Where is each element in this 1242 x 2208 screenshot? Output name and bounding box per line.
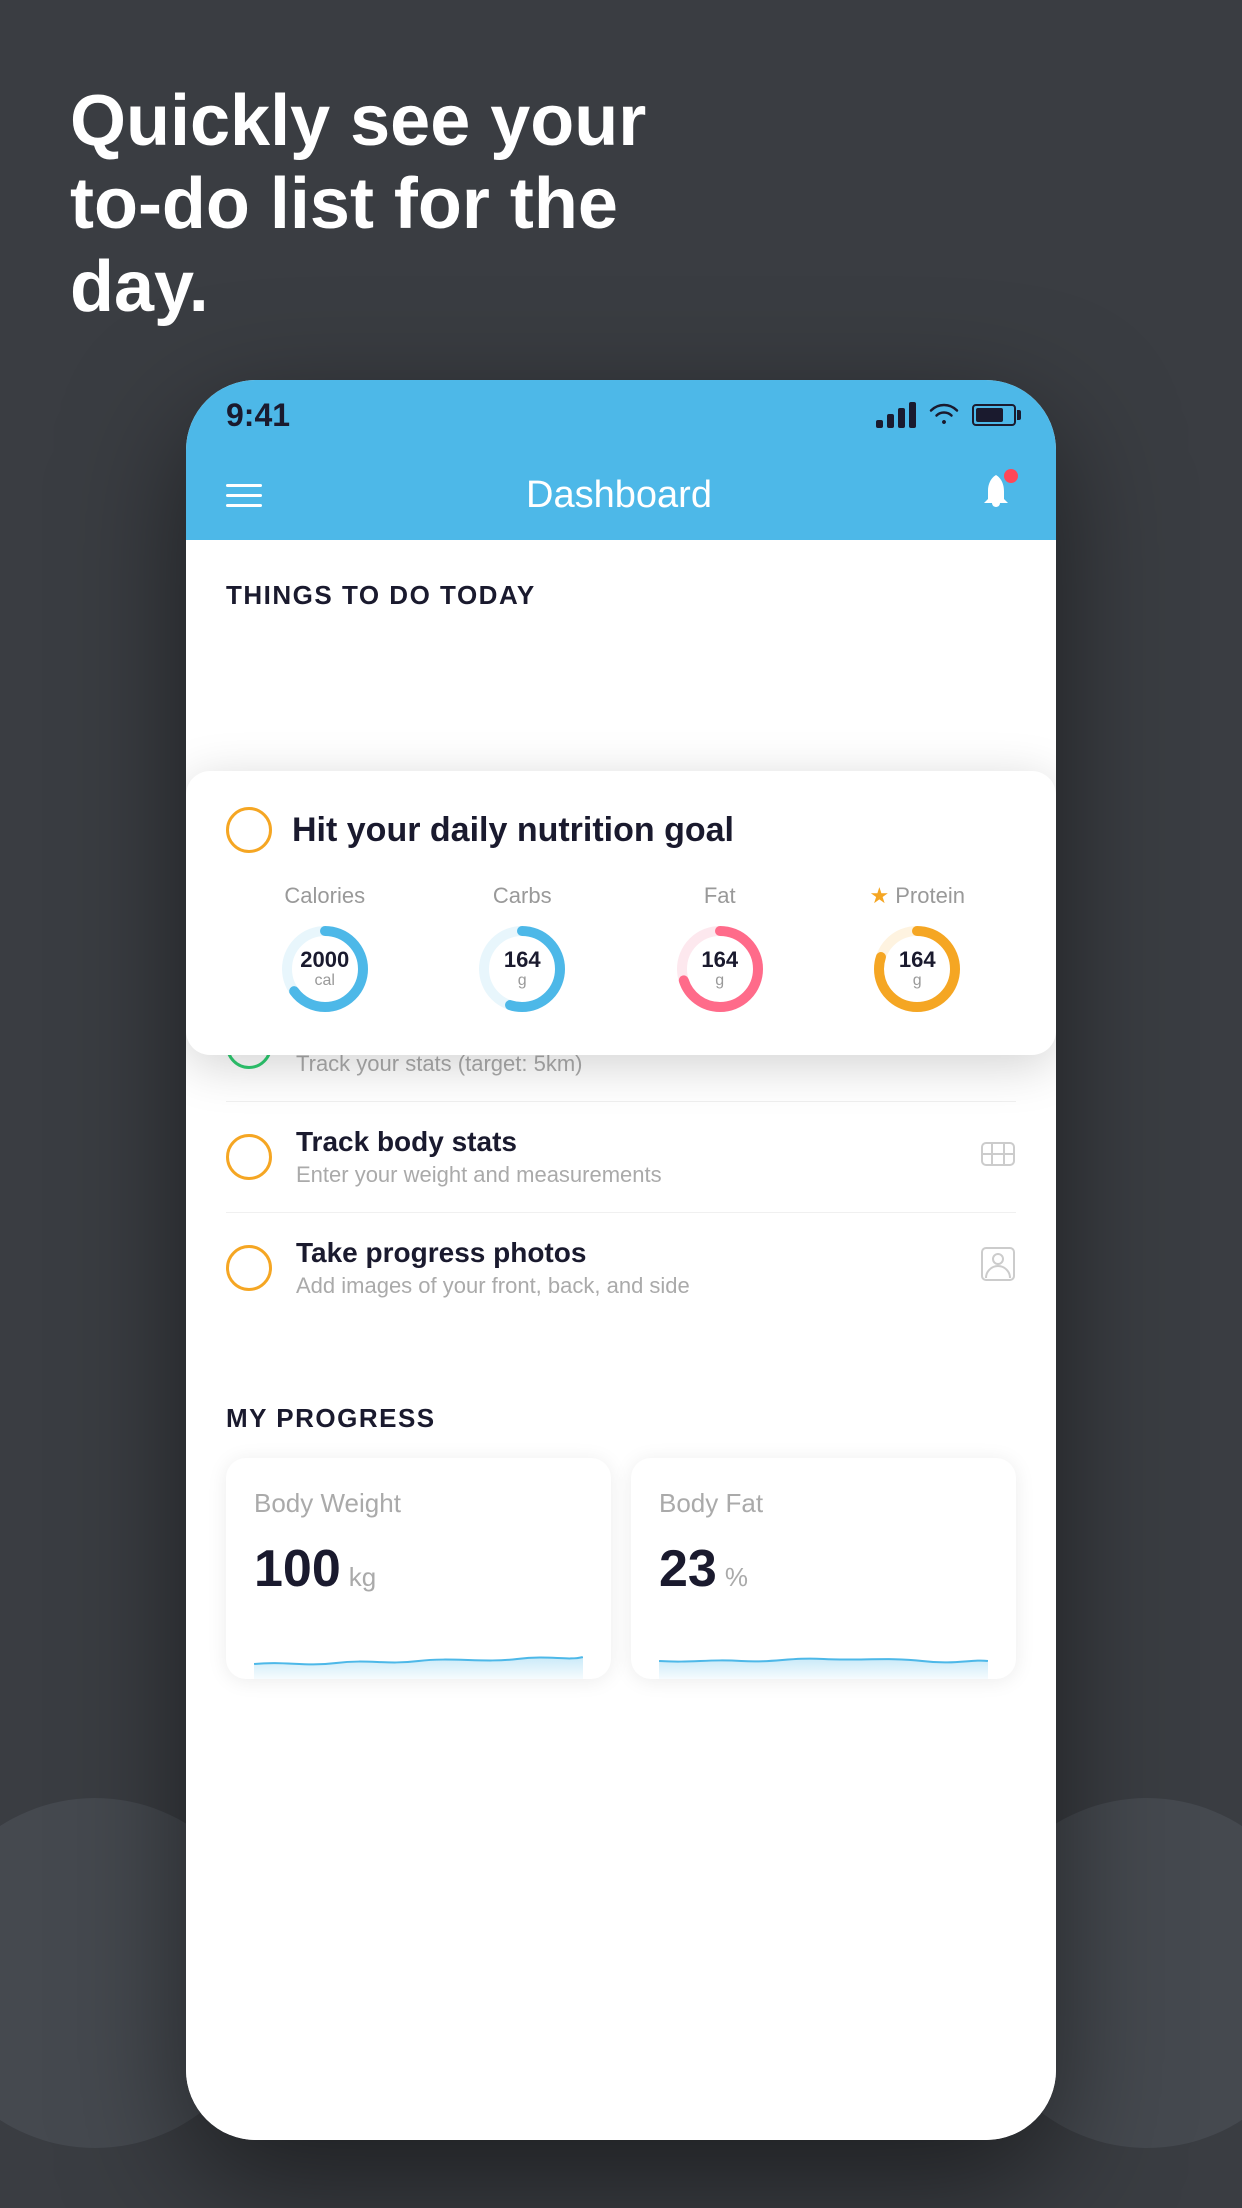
body-stats-subtitle: Enter your weight and measurements — [296, 1162, 960, 1188]
calories-label: Calories — [284, 883, 365, 909]
body-weight-label: Body Weight — [254, 1488, 583, 1519]
progress-section: MY PROGRESS Body Weight 100 kg — [186, 1363, 1056, 1679]
nutrition-row: Calories 2000 cal — [226, 883, 1016, 1019]
nutrition-protein: ★Protein 164 g — [867, 883, 967, 1019]
hero-title: Quickly see your to-do list for the day. — [70, 80, 670, 328]
nav-title: Dashboard — [526, 474, 712, 517]
body-fat-label: Body Fat — [659, 1488, 988, 1519]
progress-photos-title: Take progress photos — [296, 1237, 960, 1269]
carbs-label: Carbs — [493, 883, 552, 909]
signal-icon — [876, 402, 916, 428]
body-stats-checkbox[interactable] — [226, 1134, 272, 1180]
battery-icon — [972, 404, 1016, 426]
body-fat-chart — [659, 1619, 988, 1679]
notification-bell[interactable] — [976, 471, 1016, 520]
things-today-header: THINGS TO DO TODAY — [186, 540, 1056, 631]
status-time: 9:41 — [226, 397, 290, 434]
status-icons — [876, 400, 1016, 431]
body-stats-title: Track body stats — [296, 1126, 960, 1158]
progress-cards: Body Weight 100 kg — [226, 1458, 1016, 1679]
status-bar: 9:41 — [186, 380, 1056, 450]
body-fat-card: Body Fat 23 % — [631, 1458, 1016, 1679]
nutrition-card: Hit your daily nutrition goal Calories — [186, 771, 1056, 1055]
nutrition-checkbox[interactable] — [226, 807, 272, 853]
body-weight-value: 100 — [254, 1539, 341, 1599]
person-icon — [980, 1246, 1016, 1291]
body-weight-chart — [254, 1619, 583, 1679]
progress-photos-subtitle: Add images of your front, back, and side — [296, 1273, 960, 1299]
scale-icon — [980, 1135, 1016, 1180]
progress-section-title: MY PROGRESS — [226, 1403, 1016, 1434]
progress-photos-checkbox[interactable] — [226, 1245, 272, 1291]
body-fat-unit: % — [725, 1562, 748, 1593]
body-weight-card: Body Weight 100 kg — [226, 1458, 611, 1679]
todo-item-body-stats[interactable]: Track body stats Enter your weight and m… — [226, 1102, 1016, 1213]
nutrition-carbs: Carbs 164 g — [472, 883, 572, 1019]
wifi-icon — [928, 400, 960, 431]
content-area: THINGS TO DO TODAY Hit your daily nutrit… — [186, 540, 1056, 2140]
star-icon: ★ — [870, 883, 890, 909]
protein-label: ★Protein — [870, 883, 965, 909]
body-fat-value: 23 — [659, 1539, 717, 1599]
nutrition-card-title: Hit your daily nutrition goal — [292, 811, 734, 850]
phone-frame: 9:41 Da — [186, 380, 1056, 2140]
body-weight-unit: kg — [349, 1562, 376, 1593]
fat-label: Fat — [704, 883, 736, 909]
notification-dot — [1004, 469, 1018, 483]
todo-item-progress-photos[interactable]: Take progress photos Add images of your … — [226, 1213, 1016, 1323]
nutrition-calories: Calories 2000 cal — [275, 883, 375, 1019]
nutrition-fat: Fat 164 g — [670, 883, 770, 1019]
nav-bar: Dashboard — [186, 450, 1056, 540]
hamburger-menu[interactable] — [226, 484, 262, 507]
